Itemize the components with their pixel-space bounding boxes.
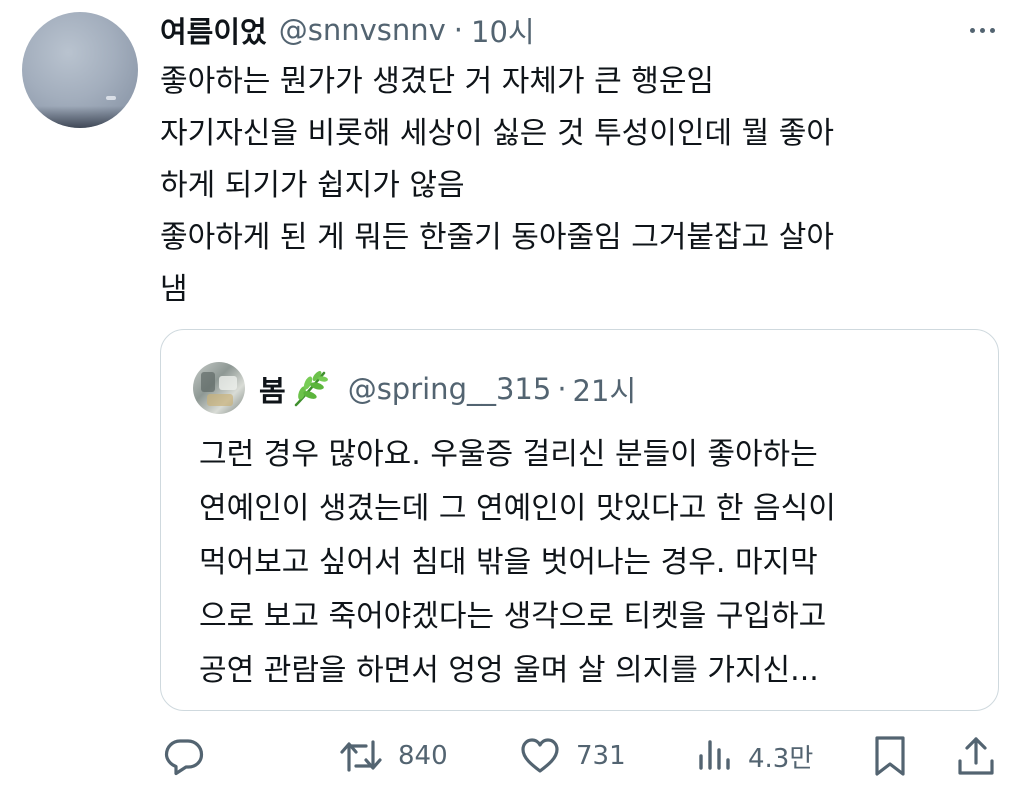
tweet-text-line: 냄 [160,272,188,307]
quote-timestamp[interactable]: 21시 [573,368,637,410]
separator-dot: · [453,13,464,47]
quote-handle[interactable]: @spring__315 [348,372,552,406]
herb-icon [290,369,330,409]
tweet-text-line: 좋아하게 된 게 뭐든 한줄기 동아줄임 그거붙잡고 살아 [160,220,834,255]
bookmark-icon [875,736,905,776]
reply-icon [164,739,204,776]
display-name[interactable]: 여름이었 [160,9,267,51]
quote-avatar[interactable] [193,362,245,414]
quote-text: 그런 경우 많아요. 우울증 걸리신 분들이 좋아하는 연예인이 생겼는데 그 … [199,428,989,698]
more-options-button[interactable] [962,16,1002,44]
quote-text-line: 으로 보고 죽어야겠다는 생각으로 티켓을 구입하고 [199,599,827,634]
views-button[interactable]: 4.3만 [694,728,813,784]
action-bar: 840 731 4.3만 [0,728,1024,784]
quote-avatar-shape [207,394,233,406]
reply-button[interactable] [162,728,206,784]
avatar-haze [22,106,138,128]
more-dot-icon [989,27,995,33]
avatar-spot [106,96,116,100]
quote-avatar-shape [201,372,215,392]
heart-icon [521,738,559,773]
separator-dot: · [557,372,567,406]
timestamp[interactable]: 10시 [471,9,535,51]
views-icon [699,740,730,770]
share-button[interactable] [954,728,998,784]
tweet-text-line: 자기자신을 비롯해 세상이 싫은 것 투성이인데 뭘 좋아 [160,116,834,151]
quote-text-line: 그런 경우 많아요. 우울증 걸리신 분들이 좋아하는 [199,437,818,472]
views-count: 4.3만 [748,743,814,774]
retweet-button[interactable]: 840 [338,728,448,784]
like-button[interactable]: 731 [518,728,626,784]
avatar[interactable] [22,12,138,128]
tweet-text-line: 하게 되기가 쉽지가 않음 [160,168,465,203]
quote-text-line: 연예인이 생겼는데 그 연예인이 맛있다고 한 음식이 [199,491,836,526]
more-dot-icon [979,27,985,33]
handle[interactable]: @snnvsnnv [279,13,446,47]
tweet-text-line: 좋아하는 뭔가가 생겼단 거 자체가 큰 행운임 [160,64,715,99]
tweet-text: 좋아하는 뭔가가 생겼단 거 자체가 큰 행운임 자기자신을 비롯해 세상이 싫… [160,56,990,316]
quote-text-line: 먹어보고 싶어서 침대 밖을 벗어나는 경우. 마지막 [199,545,818,580]
retweet-count: 840 [398,741,448,771]
more-dot-icon [969,27,975,33]
quote-header: 봄 @spring__315 · 21시 [259,367,636,411]
tweet-header: 여름이었 @snnvsnnv · 10시 [160,10,535,50]
quoted-tweet[interactable]: 봄 @spring__315 · 21시 그런 경우 많아요. 우울증 걸리신 … [160,329,999,711]
share-icon [958,737,994,775]
bookmark-button[interactable] [868,728,912,784]
retweet-icon [340,740,382,772]
like-count: 731 [576,741,626,771]
quote-avatar-shape [219,376,237,390]
quote-display-name[interactable]: 봄 [259,368,286,410]
quote-text-line: 공연 관람을 하면서 엉엉 울며 살 의지를 가지신... [199,653,819,688]
